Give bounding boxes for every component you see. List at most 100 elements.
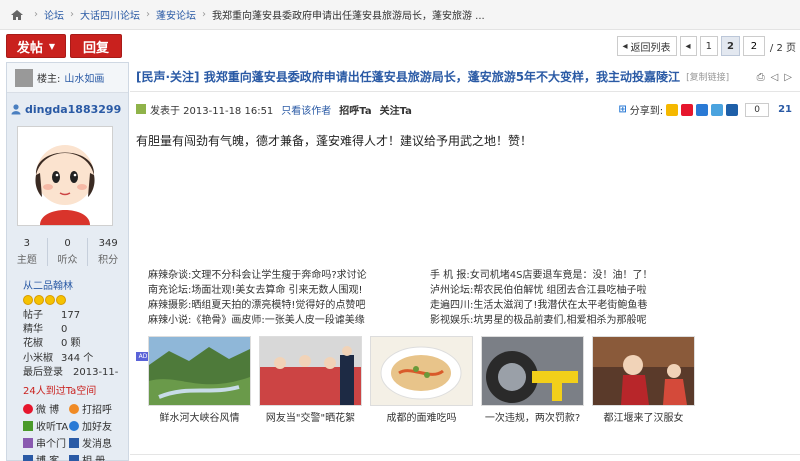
- avatar[interactable]: [17, 126, 113, 226]
- copy-link-button[interactable]: [复制链接]: [686, 70, 729, 83]
- add-friend-link[interactable]: 加好友: [69, 418, 115, 433]
- author-stats: 3 主题 0 听众 349 积分: [7, 238, 128, 266]
- author-action-links: 微 博 打招呼 收听TA 加好友 串个门 发消息 博 客 相 册: [23, 401, 128, 461]
- picture-ad[interactable]: 一次违规，两次罚款?: [481, 336, 584, 424]
- home-icon[interactable]: [10, 9, 24, 21]
- ad-link[interactable]: 南充论坛:场面壮观!美女去算命 引来无数人围观!: [148, 283, 367, 298]
- ad-link[interactable]: 麻辣杂谈:文理不分科会让学生瘦于奔命吗?求讨论: [148, 268, 367, 283]
- ad-text: 《艳骨》画皮师:一张美人皮一段谑美缘: [191, 315, 365, 326]
- crumb-sichuan-forum[interactable]: 大话四川论坛: [80, 7, 140, 22]
- visit-link[interactable]: 串个门: [23, 435, 69, 450]
- only-author-link[interactable]: 只看该作者: [281, 102, 331, 117]
- page-total: / 2 页: [769, 42, 796, 54]
- renren-icon[interactable]: [696, 103, 709, 116]
- crumb-separator: ›: [70, 9, 74, 20]
- info-value: 2013-11-: [73, 366, 119, 378]
- owner-name-link[interactable]: 山水如画: [64, 70, 104, 85]
- stat-label: 主题: [16, 255, 37, 266]
- ad-link[interactable]: 手 机 报:女司机堵4S店要退车竟是：没！油！了！: [430, 268, 652, 283]
- author-info: 帖子 177 精华 0 花椒 0 颗 小米椒 344 个 最后登录 2013-11-: [23, 309, 128, 380]
- space-visitors-link[interactable]: 24人到过Ta空间: [23, 382, 128, 397]
- album-link[interactable]: 相 册: [69, 452, 115, 461]
- greet-icon: [69, 403, 79, 414]
- follow-link[interactable]: 收听TA: [23, 418, 69, 433]
- kaixin-icon[interactable]: [726, 103, 739, 116]
- weibo-link[interactable]: 微 博: [23, 401, 69, 416]
- blog-link[interactable]: 博 客: [23, 452, 69, 461]
- qzone-icon[interactable]: [666, 103, 679, 116]
- ad-category: 麻辣杂谈:: [148, 270, 192, 281]
- back-to-list-button[interactable]: ◂ 返回列表: [616, 36, 677, 56]
- picture-ad-image: [148, 336, 251, 406]
- avatar-illustration: [18, 127, 112, 225]
- weibo-icon: [23, 403, 33, 414]
- share-label: 分享到:: [629, 106, 664, 117]
- picture-ad-caption: 一次违规，两次罚款?: [484, 413, 581, 424]
- ad-text: 坑男星的极品前妻们,相爱相杀为那般呢: [473, 315, 647, 326]
- album-icon: [69, 454, 79, 461]
- prev-thread-icon[interactable]: ◁: [771, 72, 779, 83]
- picture-ad[interactable]: 网友当"交警"晒花絮: [259, 336, 362, 424]
- stat-listeners[interactable]: 0 听众: [48, 238, 89, 266]
- message-icon: [23, 437, 33, 448]
- ad-category: 泸州论坛:: [430, 285, 474, 296]
- post-title[interactable]: [民声·关注] 我郑重向蓬安县委政府申请出任蓬安县旅游局长，蓬安旅游5年不大变样…: [136, 68, 680, 85]
- ad-link[interactable]: 麻辣摄影:晒组夏天拍的漂亮模特!觉得好的点赞吧: [148, 298, 367, 313]
- info-row: 小米椒 344 个: [23, 352, 128, 366]
- crumb-current-thread[interactable]: 我郑重向蓬安县委政府申请出任蓬安县旅游局长，蓬安旅游 ...: [212, 7, 485, 22]
- stat-points[interactable]: 349 积分: [88, 238, 128, 266]
- next-thread-icon[interactable]: ▷: [784, 72, 792, 83]
- link-label: 发消息: [82, 439, 112, 451]
- username-link[interactable]: dingda1883299: [25, 103, 121, 116]
- print-icon[interactable]: ⎙: [757, 72, 765, 83]
- info-key: 小米椒: [23, 352, 53, 364]
- breadcrumb: › 论坛 › 大话四川论坛 › 蓬安论坛 › 我郑重向蓬安县委政府申请出任蓬安县…: [0, 0, 800, 30]
- picture-ad[interactable]: 都江堰来了汉服女: [592, 336, 695, 424]
- tencent-weibo-icon[interactable]: [711, 103, 724, 116]
- user-online-icon: [11, 104, 21, 115]
- picture-ad[interactable]: 鲜水河大峡谷风情: [148, 336, 251, 424]
- ad-link[interactable]: 影视娱乐:坑男星的极品前妻们,相爱相杀为那般呢: [430, 313, 652, 328]
- link-label: 加好友: [82, 422, 112, 434]
- prev-page-button[interactable]: ◂: [679, 36, 697, 56]
- crumb-forum[interactable]: 论坛: [44, 7, 64, 22]
- thread-owner: 楼主: 山水如画: [7, 63, 128, 93]
- info-row: 精华 0: [23, 323, 128, 337]
- greet-link[interactable]: 打招呼: [69, 401, 115, 416]
- ad-link[interactable]: 麻辣小说:《艳骨》画皮师:一张美人皮一段谑美缘: [148, 313, 367, 328]
- floor-number[interactable]: 21: [778, 104, 792, 115]
- chevron-down-icon: ▼: [48, 41, 56, 51]
- owner-thumbnail[interactable]: [15, 68, 33, 87]
- ad-link[interactable]: 泸州论坛:帮农民伯伯解忧 组团去合江县吃柚子啦: [430, 283, 652, 298]
- rank-stars: [23, 295, 128, 305]
- ad-category: 麻辣小说:: [148, 315, 192, 326]
- stat-threads[interactable]: 3 主题: [7, 238, 48, 266]
- user-rank[interactable]: 从二品翰林: [23, 277, 128, 292]
- ad-link[interactable]: 走遍四川:生活太滋润了!我潜伏在太平老街鲍鱼巷: [430, 298, 652, 313]
- star-icon: [45, 295, 55, 305]
- mail-icon: [69, 437, 79, 448]
- post-button[interactable]: 发帖 ▼: [6, 34, 66, 58]
- follow-button[interactable]: 关注Ta: [380, 102, 412, 117]
- ad-text: 场面壮观!美女去算命 引来无数人围观!: [191, 285, 363, 296]
- ad-category: 南充论坛:: [148, 285, 192, 296]
- send-message-link[interactable]: 发消息: [69, 435, 115, 450]
- page-1-button[interactable]: 1: [699, 36, 718, 56]
- link-label: 博 客: [36, 452, 59, 461]
- stat-value: 3: [23, 238, 31, 249]
- author-username: dingda1883299: [7, 93, 128, 116]
- share-count: 0: [745, 102, 770, 117]
- page-2-button[interactable]: 2: [720, 36, 740, 56]
- post-meta: 发表于 2013-11-18 16:51 只看该作者 招呼Ta 关注Ta ⊞ 分…: [130, 98, 800, 120]
- page-number-input[interactable]: [742, 36, 765, 56]
- friend-icon: [69, 420, 79, 431]
- ad-text: 生活太滋润了!我潜伏在太平老街鲍鱼巷: [473, 300, 648, 311]
- picture-ad-caption: 都江堰来了汉服女: [603, 413, 684, 424]
- share-plus-icon: ⊞: [618, 104, 627, 115]
- weibo-share-icon[interactable]: [681, 103, 694, 116]
- picture-ad[interactable]: 成都的面难吃吗: [370, 336, 473, 424]
- greet-button[interactable]: 招呼Ta: [339, 102, 371, 117]
- reply-button[interactable]: 回复: [70, 34, 122, 58]
- picture-ad-image: [592, 336, 695, 406]
- crumb-pengan-forum[interactable]: 蓬安论坛: [156, 7, 196, 22]
